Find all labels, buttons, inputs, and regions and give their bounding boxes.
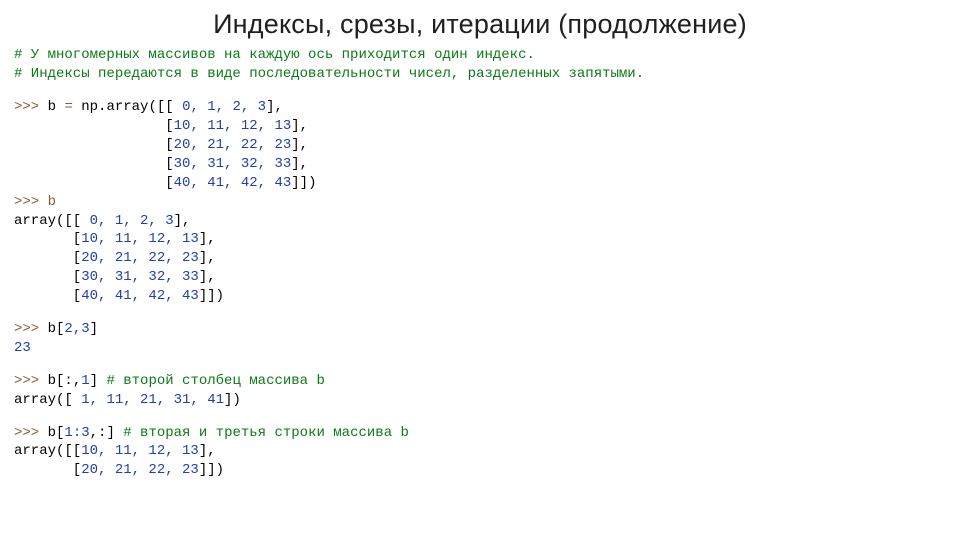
idx-line: >>> b[2,3] (14, 320, 946, 339)
def-line-4: [40, 41, 42, 43]]) (14, 174, 946, 193)
row-out-1: [20, 21, 22, 23]]) (14, 461, 946, 480)
def-line-3: [30, 31, 32, 33], (14, 155, 946, 174)
def-line-2: [20, 21, 22, 23], (14, 136, 946, 155)
show-line-3: [30, 31, 32, 33], (14, 268, 946, 287)
col-out: array([ 1, 11, 21, 31, 41]) (14, 391, 946, 410)
show-line-0: array([[ 0, 1, 2, 3], (14, 212, 946, 231)
row-line: >>> b[1:3,:] # вторая и третья строки ма… (14, 424, 946, 443)
comment-line-2: # Индексы передаются в виде последовател… (14, 65, 946, 84)
row-slice-block: >>> b[1:3,:] # вторая и третья строки ма… (14, 424, 946, 481)
array-definition-block: >>> b = np.array([[ 0, 1, 2, 3], [10, 11… (14, 98, 946, 306)
comment-block: # У многомерных массивов на каждую ось п… (14, 46, 946, 84)
code-slide-body: # У многомерных массивов на каждую ось п… (0, 46, 960, 480)
def-line-0: >>> b = np.array([[ 0, 1, 2, 3], (14, 98, 946, 117)
show-line-2: [20, 21, 22, 23], (14, 249, 946, 268)
column-slice-block: >>> b[:,1] # второй столбец массива b ar… (14, 372, 946, 410)
show-line-4: [40, 41, 42, 43]]) (14, 287, 946, 306)
col-line: >>> b[:,1] # второй столбец массива b (14, 372, 946, 391)
def-line-1: [10, 11, 12, 13], (14, 117, 946, 136)
page-title: Индексы, срезы, итерации (продолжение) (0, 6, 960, 42)
comment-line-1: # У многомерных массивов на каждую ось п… (14, 46, 946, 65)
index-scalar-block: >>> b[2,3] 23 (14, 320, 946, 358)
idx-out: 23 (14, 339, 946, 358)
show-line-1: [10, 11, 12, 13], (14, 230, 946, 249)
show-prompt: >>> b (14, 193, 946, 212)
row-out-0: array([[10, 11, 12, 13], (14, 442, 946, 461)
